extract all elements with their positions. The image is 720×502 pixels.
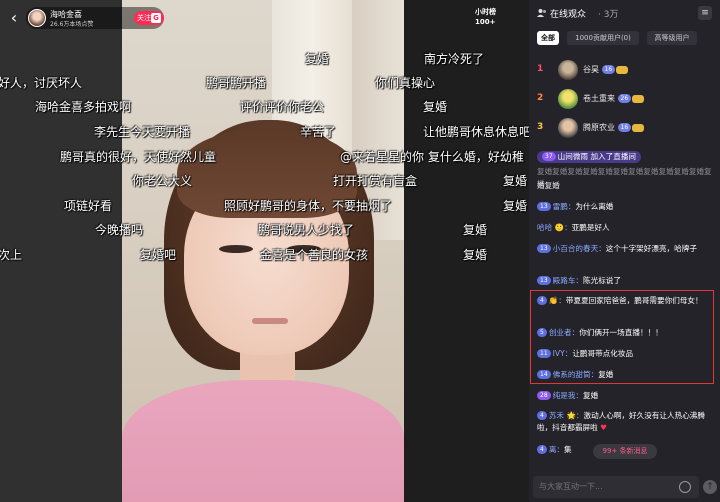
danmaku-comment: 复婚 xyxy=(503,199,528,213)
chat-message: 婚复婚 xyxy=(537,181,560,190)
new-messages-button[interactable]: 99+ 条新消息 xyxy=(593,444,657,459)
danmaku-comment: 鹏哥真的很好，天使好然儿童 xyxy=(60,150,217,164)
chat-input[interactable] xyxy=(533,476,699,498)
viewer-name: 卷土重来 26 xyxy=(583,93,645,104)
panel-header: 在线观众 · 3万 ≡ xyxy=(529,0,720,26)
danmaku-comment: 复婚吧 xyxy=(140,248,177,262)
danmaku-comment: 复婚 xyxy=(463,223,488,237)
ranking-row[interactable]: 1 谷昊 16 xyxy=(529,59,720,81)
danmaku-comment: 鹏哥鹏开播 xyxy=(206,76,267,90)
avatar xyxy=(558,89,578,109)
follow-badge: G xyxy=(151,13,161,23)
back-icon[interactable]: ‹ xyxy=(4,8,24,28)
chat-message: 13 殿路车：陈光标说了 xyxy=(537,275,715,287)
danmaku-comment: 复婚 xyxy=(503,174,528,188)
chat-message: 13 雷鹏：为什么离婚 xyxy=(537,201,715,213)
ranking-row[interactable]: 3 腾原农业 16 xyxy=(529,117,720,139)
hour-rank-value: 100+ xyxy=(475,18,496,26)
danmaku-comment: 鹏哥说男人少找了 xyxy=(258,223,355,237)
follow-button[interactable]: 关注 G xyxy=(134,11,164,25)
rank-number: 2 xyxy=(537,93,544,103)
danmaku-comment: 今晚播吗 xyxy=(95,223,144,237)
danmaku-comment: 照顾好鹏哥的身体，不要抽烟了 xyxy=(224,199,393,213)
send-icon[interactable]: ↑ xyxy=(703,480,717,494)
chat-message: 哈哈 🙂：亚鹏是好人 xyxy=(537,223,610,232)
eye xyxy=(219,245,253,253)
emoji-icon[interactable] xyxy=(679,481,691,493)
ranking-row[interactable]: 2 卷土重来 26 xyxy=(529,88,720,110)
streamer-shirt xyxy=(122,380,404,502)
rank-number: 1 xyxy=(537,64,544,74)
tab-all[interactable]: 全部 xyxy=(537,31,559,45)
danmaku-comment: 复婚 xyxy=(423,100,448,114)
chat-message: 13 小百合的春天：这个十字架好漂亮，哈牌子 xyxy=(537,243,715,255)
streamer-avatar[interactable] xyxy=(28,9,46,27)
danmaku-comment: 你们真操心 xyxy=(375,76,436,90)
people-icon xyxy=(537,9,546,17)
chat-input-row: ↑ xyxy=(529,472,720,502)
danmaku-comment: 好人，讨厌坏人 xyxy=(0,76,83,90)
menu-icon[interactable]: ≡ xyxy=(698,6,712,20)
danmaku-comment: 辛苦了 xyxy=(300,125,337,139)
danmaku-comment: 海哈金喜多拍戏啊 xyxy=(35,100,132,114)
chat-message: 4 苏禾 🌟：激动人心啊，好久没有让人热心沸腾啦，抖音都霸屏啦 ♥ xyxy=(537,411,705,432)
tab-high-level[interactable]: 高等级用户 xyxy=(647,31,697,45)
danmaku-comment: 让他鹏哥休息休息吧 xyxy=(423,125,529,139)
hour-rank[interactable]: 小时榜 100+ xyxy=(475,7,515,29)
danmaku-comment: @来着星星的你 复什么婚，好幼稚 xyxy=(340,150,524,164)
chat-message: 28 纯是我：复婚 xyxy=(537,390,715,402)
streamer-info[interactable]: 海哈金喜 26.6万本场点赞 关注 G xyxy=(26,7,164,29)
viewer-name: 谷昊 16 xyxy=(583,64,629,75)
danmaku-comment: 南方冷死了 xyxy=(424,52,485,66)
avatar xyxy=(558,60,578,80)
viewer-count: · 3万 xyxy=(598,10,619,20)
danmaku-comment: 复婚 xyxy=(463,248,488,262)
danmaku-comment: 次上 xyxy=(0,248,23,262)
danmaku-comment: 打开打赏有盲盒 xyxy=(333,174,418,188)
avatar xyxy=(558,118,578,138)
streamer-likes: 26.6万本场点赞 xyxy=(50,21,94,28)
danmaku-comment: 李先生今天要开播 xyxy=(94,125,191,139)
danmaku-comment: 金喜是个善良的女孩 xyxy=(260,248,369,262)
highlight-box xyxy=(530,290,714,384)
mouth xyxy=(252,318,288,324)
rank-number: 3 xyxy=(537,122,544,132)
tab-top-contributors[interactable]: 1000贡献用户(0) xyxy=(567,31,639,45)
audience-panel: 在线观众 · 3万 ≡ 全部 1000贡献用户(0) 高等级用户 1 谷昊 16… xyxy=(529,0,720,502)
follow-label: 关注 xyxy=(137,14,151,22)
hour-rank-title: 小时榜 xyxy=(475,8,496,16)
panel-title: 在线观众 xyxy=(550,10,587,20)
danmaku-comment: 复婚 xyxy=(305,52,330,66)
chat-message: 37 山间微雨 加入了直播间 xyxy=(537,151,715,163)
danmaku-comment: 评价评价你老公 xyxy=(240,100,325,114)
viewer-name: 腾原农业 16 xyxy=(583,122,645,133)
video-stage[interactable]: ‹ 海哈金喜 26.6万本场点赞 关注 G 小时榜 100+ 复婚 南方冷死了 … xyxy=(0,0,529,502)
danmaku-comment: 你老公大义 xyxy=(132,174,193,188)
danmaku-comment: 项链好看 xyxy=(64,199,113,213)
